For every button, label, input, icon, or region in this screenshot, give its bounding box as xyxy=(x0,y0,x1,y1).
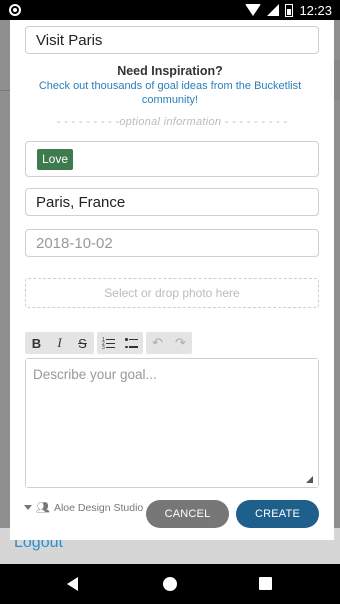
inspiration-link[interactable]: Check out thousands of goal ideas from t… xyxy=(34,79,306,107)
editor-toolbar: B I S 1 2 3 ↶ ↷ xyxy=(25,332,192,354)
redo-icon: ↷ xyxy=(175,335,186,350)
wifi-icon xyxy=(245,4,262,16)
strikethrough-button[interactable]: S xyxy=(71,332,94,354)
photo-dropzone[interactable]: Select or drop photo here xyxy=(25,278,319,308)
undo-button[interactable]: ↶ xyxy=(146,332,169,354)
navigation-bar xyxy=(0,564,340,604)
location-input[interactable] xyxy=(26,189,318,215)
studio-selector[interactable]: 👥︎ Aloe Design Studio xyxy=(24,501,143,514)
redo-button[interactable]: ↷ xyxy=(169,332,192,354)
back-icon[interactable] xyxy=(67,577,78,591)
description-field[interactable] xyxy=(25,358,319,488)
bold-icon: B xyxy=(31,335,42,351)
location-field[interactable] xyxy=(25,188,319,216)
ordered-list-icon: 1 2 3 xyxy=(102,337,115,350)
create-goal-dialog: Need Inspiration? Check out thousands of… xyxy=(10,20,334,540)
dialog-footer: 👥︎ Aloe Design Studio CANCEL CREATE xyxy=(10,498,334,528)
date-input[interactable] xyxy=(26,230,318,256)
cancel-button[interactable]: CANCEL xyxy=(146,500,229,528)
history-group: ↶ ↷ xyxy=(146,332,192,354)
date-field[interactable] xyxy=(25,229,319,257)
chevron-down-icon xyxy=(24,505,32,510)
bold-button[interactable]: B xyxy=(25,332,48,354)
battery-icon xyxy=(285,3,294,17)
resize-handle-icon[interactable] xyxy=(306,476,313,483)
inspiration-heading: Need Inspiration? xyxy=(117,64,223,78)
italic-icon: I xyxy=(57,335,62,350)
list-group: 1 2 3 xyxy=(97,332,143,354)
home-icon[interactable] xyxy=(163,577,177,591)
optional-information-divider: - - - - - - - - -optional information - … xyxy=(56,116,288,128)
goal-title-input[interactable] xyxy=(26,27,318,53)
goal-title-field[interactable] xyxy=(25,26,319,54)
cell-signal-icon xyxy=(267,4,280,16)
strikethrough-icon: S xyxy=(78,335,87,351)
status-bar: 12:23 xyxy=(0,0,340,20)
ordered-list-button[interactable]: 1 2 3 xyxy=(97,332,120,354)
italic-button[interactable]: I xyxy=(48,332,71,354)
bullet-list-icon xyxy=(125,338,138,349)
studio-label: Aloe Design Studio xyxy=(53,501,144,514)
description-textarea[interactable] xyxy=(26,359,318,487)
group-icon: 👥︎ xyxy=(36,502,50,514)
tags-field[interactable]: Love xyxy=(25,141,319,177)
text-format-group: B I S xyxy=(25,332,94,354)
create-button[interactable]: CREATE xyxy=(236,500,319,528)
tag-love[interactable]: Love xyxy=(37,149,74,170)
clock: 12:23 xyxy=(299,2,332,18)
status-icons: 12:23 xyxy=(245,2,332,18)
bullet-list-button[interactable] xyxy=(120,332,143,354)
undo-icon: ↶ xyxy=(152,335,163,350)
recent-apps-icon[interactable] xyxy=(259,577,272,590)
notification-dot-icon xyxy=(9,4,21,16)
